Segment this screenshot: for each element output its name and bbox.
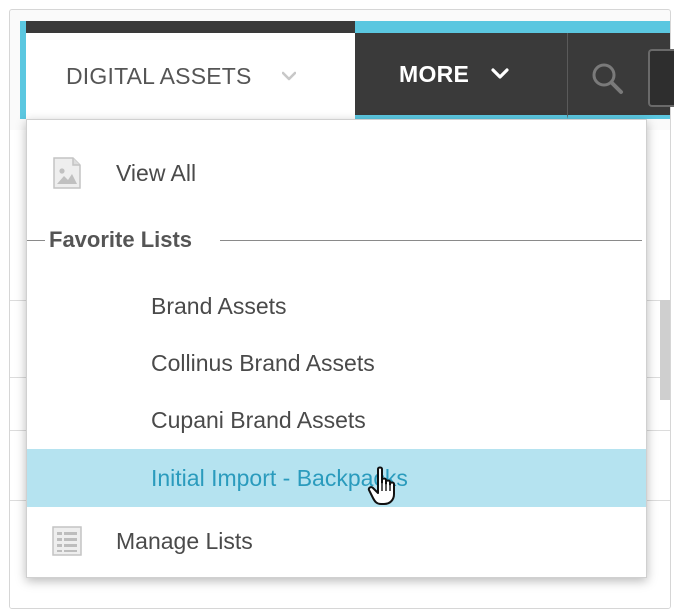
- list-icon: [52, 526, 82, 556]
- divider: [220, 239, 642, 241]
- menu-item-manage-lists[interactable]: Manage Lists: [27, 510, 646, 572]
- tab-more-label: MORE: [399, 60, 470, 87]
- menu-item-view-all[interactable]: View All: [27, 142, 646, 204]
- tab-more[interactable]: MORE: [355, 33, 567, 119]
- menu-item-label: Manage Lists: [116, 527, 253, 554]
- scrollbar-thumb[interactable]: [660, 300, 670, 400]
- section-title: Favorite Lists: [49, 227, 203, 253]
- hand-pointer-icon: [367, 466, 395, 505]
- favorite-list-item-highlighted[interactable]: Initial Import - Backpacks: [27, 449, 646, 507]
- chevron-down-icon: [491, 68, 509, 79]
- chevron-down-icon: [281, 71, 296, 81]
- divider: [27, 239, 45, 241]
- search-input[interactable]: [648, 49, 674, 107]
- nav-accent-strip: [355, 21, 670, 33]
- favorite-list-item[interactable]: Collinus Brand Assets: [27, 335, 646, 391]
- search-icon: [592, 63, 623, 94]
- search-button[interactable]: [567, 33, 674, 119]
- favorite-lists-header: Favorite Lists: [27, 220, 646, 260]
- digital-assets-dropdown: View All Favorite Lists Brand Assets Col…: [26, 119, 647, 578]
- top-navbar: DIGITAL ASSETS MORE: [20, 21, 674, 119]
- favorite-list-item[interactable]: Cupani Brand Assets: [27, 392, 646, 448]
- tab-digital-assets-label: DIGITAL ASSETS: [66, 62, 252, 89]
- favorite-list-item[interactable]: Brand Assets: [27, 278, 646, 334]
- menu-item-label: View All: [116, 159, 197, 186]
- tab-digital-assets[interactable]: DIGITAL ASSETS: [26, 33, 355, 119]
- image-icon: [53, 157, 81, 189]
